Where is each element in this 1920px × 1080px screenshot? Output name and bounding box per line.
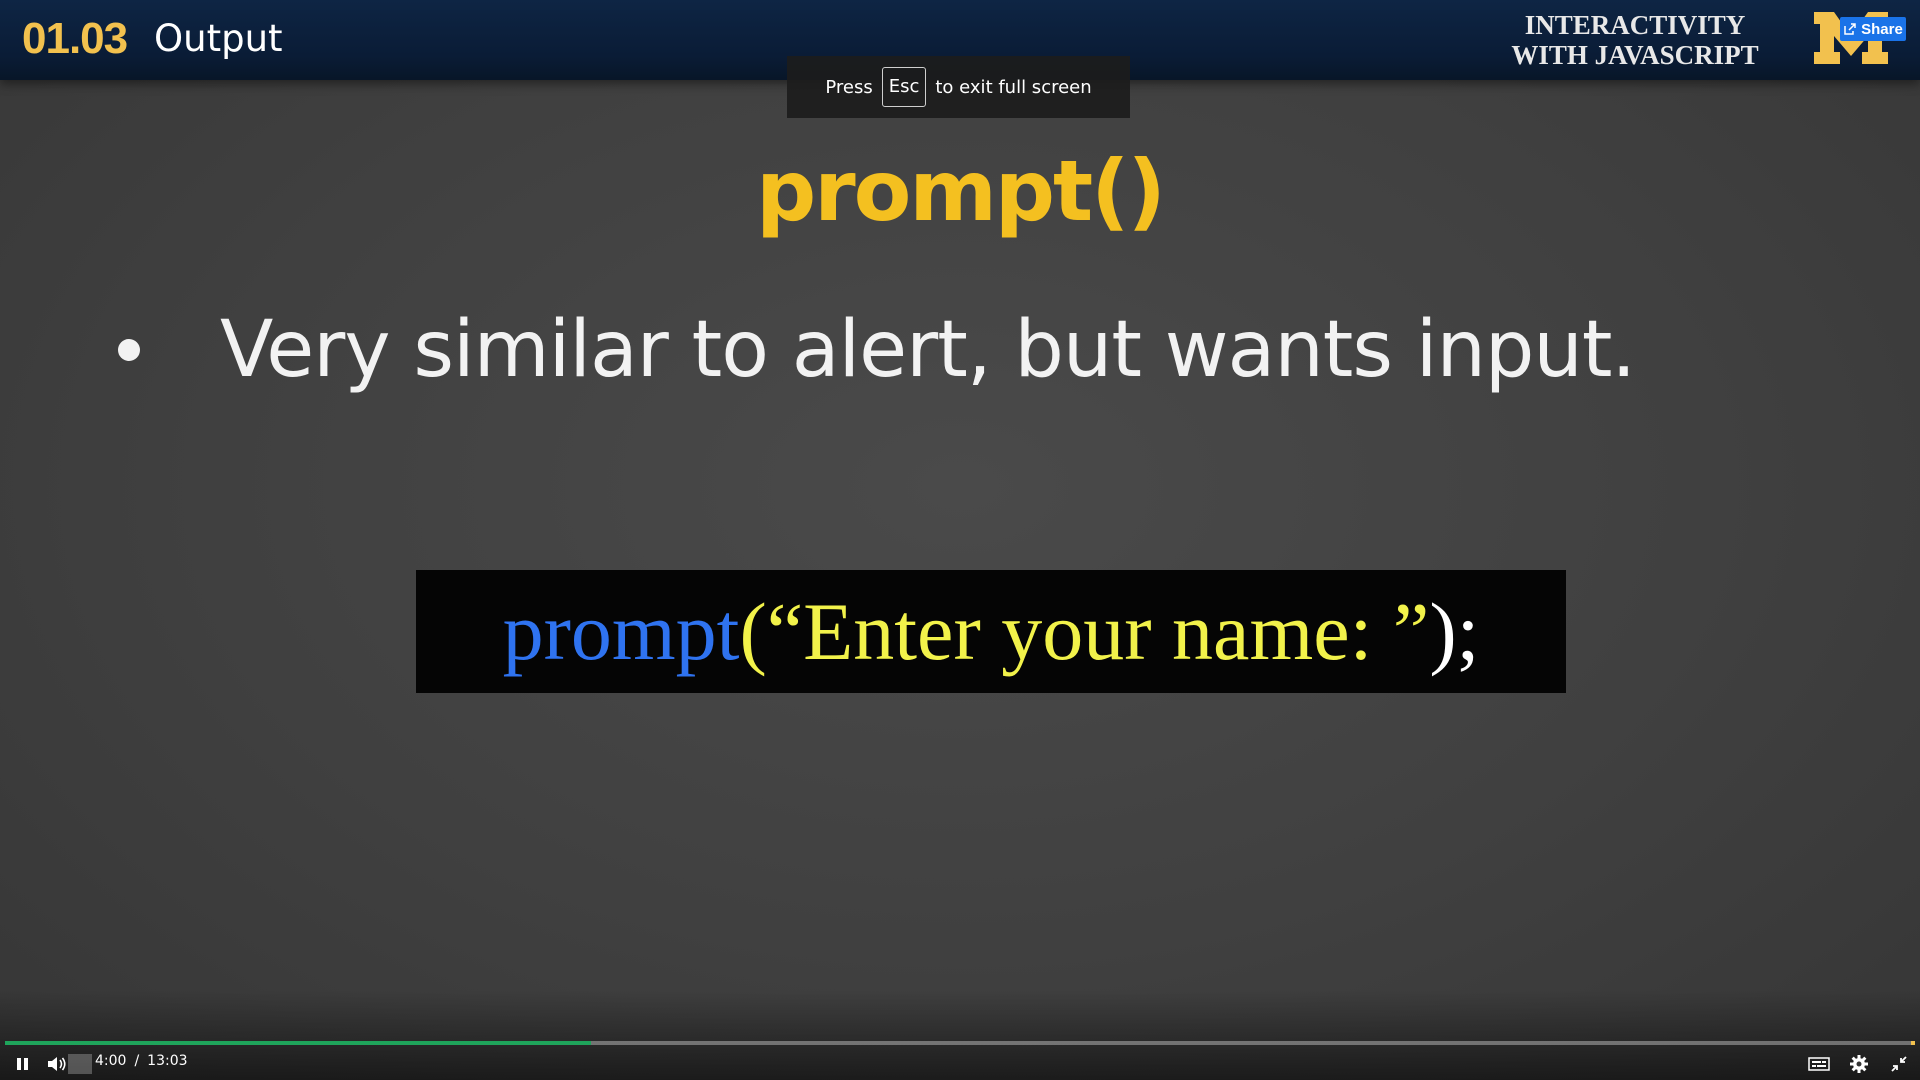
volume-slider[interactable] [68, 1054, 92, 1074]
exit-fullscreen-button[interactable] [1886, 1048, 1912, 1080]
gear-icon [1850, 1055, 1868, 1073]
code-sample: prompt (“Enter your name: ”); [416, 570, 1566, 693]
bullet-text: Very similar to alert, but wants input. [220, 305, 1636, 395]
captions-button[interactable] [1806, 1048, 1832, 1080]
progress-bar[interactable] [5, 1041, 1915, 1045]
code-terminator: ); [1429, 585, 1480, 677]
settings-button[interactable] [1846, 1048, 1872, 1080]
code-function-name: prompt [502, 585, 740, 677]
fullscreen-notice: Press Esc to exit full screen [787, 56, 1130, 118]
share-button[interactable]: Share [1840, 17, 1906, 41]
code-string: (“Enter your name: ” [739, 585, 1430, 677]
time-display: 4:00 / 13:03 [95, 1053, 188, 1069]
volume-icon [48, 1057, 66, 1071]
share-icon [1844, 23, 1856, 35]
bullet-dot [118, 339, 140, 361]
current-time: 4:00 [95, 1053, 127, 1069]
fullscreen-notice-suffix: to exit full screen [935, 76, 1092, 98]
control-bar [0, 1048, 1920, 1080]
captions-icon [1808, 1057, 1830, 1071]
course-title: INTERACTIVITY WITH JAVASCRIPT [1490, 10, 1780, 70]
progress-end-marker [1911, 1041, 1915, 1045]
duration: 13:03 [147, 1053, 188, 1069]
slide-heading: prompt() [756, 142, 1166, 240]
course-title-line1: INTERACTIVITY [1524, 10, 1746, 40]
share-label: Share [1861, 20, 1903, 38]
lesson-number: 01.03 [22, 14, 128, 63]
progress-played [5, 1041, 592, 1045]
fullscreen-notice-prefix: Press [825, 76, 873, 98]
video-player[interactable]: 01.03 Output INTERACTIVITY WITH JAVASCRI… [0, 0, 1920, 1080]
lesson-title: Output [154, 17, 283, 60]
pause-icon [17, 1058, 28, 1070]
time-separator: / [134, 1053, 140, 1069]
course-title-line2: WITH JAVASCRIPT [1511, 40, 1759, 70]
pause-button[interactable] [10, 1048, 36, 1080]
exit-fullscreen-icon [1891, 1056, 1907, 1072]
bullet-item: Very similar to alert, but wants input. [110, 305, 1636, 395]
esc-key: Esc [881, 67, 927, 107]
volume-button[interactable] [44, 1048, 70, 1080]
